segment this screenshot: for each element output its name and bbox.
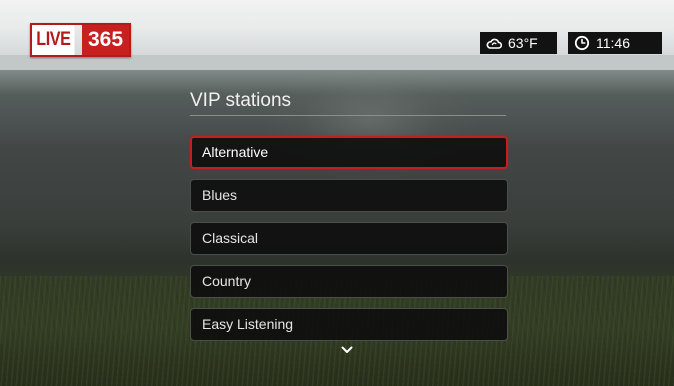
list-item-easy-listening[interactable]: Easy Listening (190, 308, 508, 341)
cloud-icon (486, 35, 502, 51)
clock-time-text: 11:46 (596, 35, 630, 51)
logo-text-live: LIVE (32, 25, 75, 55)
list-item-alternative[interactable]: Alternative (190, 136, 508, 169)
chevron-down-icon[interactable] (341, 346, 353, 354)
clock-icon (574, 35, 590, 51)
logo-text-365: 365 (82, 25, 130, 55)
clock-indicator: 11:46 (568, 32, 662, 54)
list-item-country[interactable]: Country (190, 265, 508, 298)
live365-screen: LIVE 365 63°F 11:46 VIP stations Alterna… (0, 0, 674, 386)
station-list: Alternative Blues Classical Country Easy… (190, 136, 508, 351)
temperature-text: 63°F (508, 35, 538, 51)
page-title: VIP stations (190, 88, 506, 116)
live365-logo: LIVE 365 (30, 23, 132, 57)
list-item-blues[interactable]: Blues (190, 179, 508, 212)
list-item-classical[interactable]: Classical (190, 222, 508, 255)
weather-indicator: 63°F (480, 32, 557, 54)
